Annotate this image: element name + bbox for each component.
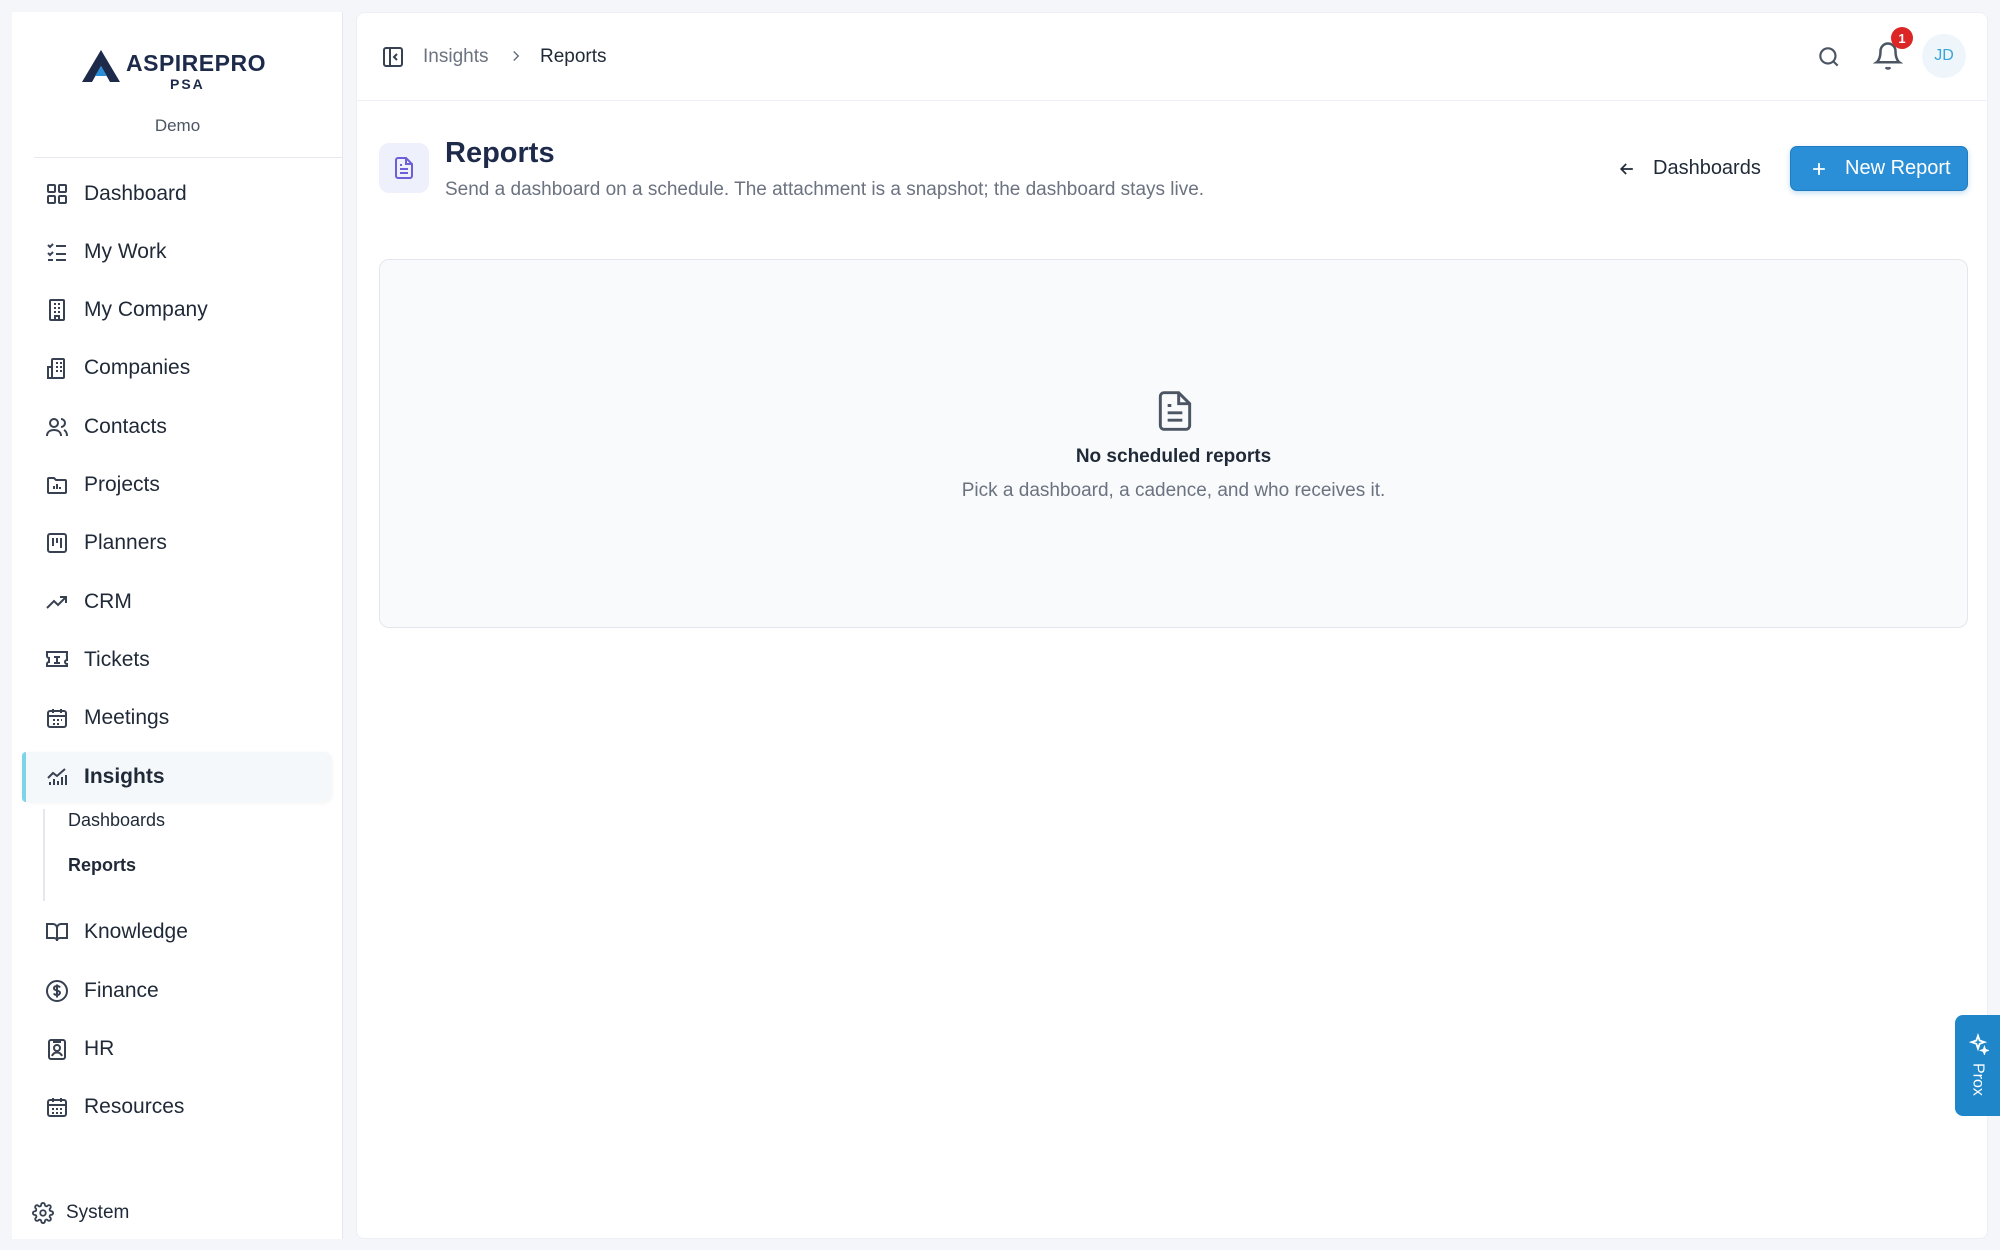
sidebar-item-planners[interactable]: Planners <box>22 518 332 568</box>
sidebar-item-label: Finance <box>84 979 159 1002</box>
assistant-tab[interactable]: Prox <box>1955 1015 2000 1116</box>
sidebar-item-my-company[interactable]: My Company <box>22 285 332 335</box>
new-report-label: New Report <box>1845 157 1951 179</box>
empty-state-title: No scheduled reports <box>1075 446 1272 467</box>
book-open-icon <box>44 919 70 945</box>
sidebar-item-dashboard[interactable]: Dashboard <box>22 169 332 219</box>
sidebar-subitem-dashboards[interactable]: Dashboards <box>68 810 165 831</box>
sidebar-item-crm[interactable]: CRM <box>22 577 332 627</box>
assistant-tab-label: Prox <box>1969 1063 1987 1096</box>
kanban-icon <box>44 530 70 556</box>
sidebar-item-label: Contacts <box>84 415 167 438</box>
bar-chart-icon <box>44 764 70 790</box>
sidebar-item-label: My Work <box>84 240 167 263</box>
sidebar-item-label: My Company <box>84 298 208 321</box>
sidebar-item-label: Companies <box>84 356 191 379</box>
users-icon <box>44 414 70 440</box>
page-icon <box>379 143 429 193</box>
sidebar-item-label: Resources <box>84 1095 185 1118</box>
sparkle-icon <box>1968 1033 1989 1055</box>
document-icon <box>1158 391 1192 431</box>
page-title: Reports <box>445 137 555 169</box>
submenu-guide-line <box>43 809 45 901</box>
notification-badge: 1 <box>1891 27 1913 49</box>
brand-name: ASPIREPRO <box>126 50 266 76</box>
sidebar-item-insights[interactable]: Insights <box>22 752 332 802</box>
dollar-circle-icon <box>44 978 70 1004</box>
buildings-icon <box>44 355 70 381</box>
folder-chart-icon <box>44 472 70 498</box>
sidebar-item-contacts[interactable]: Contacts <box>22 402 332 452</box>
document-icon <box>395 157 413 179</box>
sidebar-item-label: HR <box>84 1037 115 1060</box>
system-label: System <box>66 1202 130 1223</box>
workspace-name[interactable]: Demo <box>12 116 343 136</box>
checklist-icon <box>44 239 70 265</box>
building-icon <box>44 297 70 323</box>
sidebar-item-label: Knowledge <box>84 920 188 943</box>
new-report-button[interactable]: New Report <box>1790 146 1968 191</box>
sidebar-item-finance[interactable]: Finance <box>22 966 332 1016</box>
sidebar-item-label: Dashboard <box>84 182 187 205</box>
grid-icon <box>44 181 70 207</box>
user-avatar[interactable]: JD <box>1922 34 1966 78</box>
empty-state-card: No scheduled reports Pick a dashboard, a… <box>379 259 1968 628</box>
trending-up-icon <box>44 589 70 615</box>
sidebar-toggle-icon[interactable] <box>381 45 405 69</box>
breadcrumb-insights[interactable]: Insights <box>423 46 488 68</box>
sidebar-item-hr[interactable]: HR <box>22 1024 332 1074</box>
sidebar-item-label: Planners <box>84 531 167 554</box>
id-badge-icon <box>44 1036 70 1062</box>
chevron-right-icon <box>513 50 520 62</box>
logo-mark-icon <box>82 50 120 82</box>
brand-sub: PSA <box>170 76 205 92</box>
empty-state-subtitle: Pick a dashboard, a cadence, and who rec… <box>961 480 1386 501</box>
sidebar-item-meetings[interactable]: Meetings <box>22 693 332 743</box>
back-to-dashboards-button[interactable]: Dashboards <box>1617 157 1761 180</box>
sidebar-item-projects[interactable]: Projects <box>22 460 332 510</box>
arrow-left-icon <box>1619 162 1633 175</box>
sidebar-divider <box>34 157 342 158</box>
calendar-grid-icon <box>44 1094 70 1120</box>
sidebar-item-label: Insights <box>84 765 165 788</box>
page-subtitle: Send a dashboard on a schedule. The atta… <box>445 179 1205 200</box>
search-icon[interactable] <box>1816 44 1842 70</box>
topbar: Insights Reports 1 JD <box>357 13 1987 101</box>
breadcrumb-reports: Reports <box>540 46 607 67</box>
gear-icon <box>32 1202 54 1224</box>
main-panel: Insights Reports 1 JD Reports Send a das… <box>356 12 1988 1239</box>
sidebar-item-resources[interactable]: Resources <box>22 1082 332 1132</box>
sidebar: ASPIREPRO PSA Demo Dashboard My Work My … <box>12 12 343 1239</box>
sidebar-item-companies[interactable]: Companies <box>22 343 332 393</box>
sidebar-item-label: Tickets <box>84 648 150 671</box>
plus-icon <box>1813 162 1825 175</box>
sidebar-item-label: Meetings <box>84 706 170 729</box>
sidebar-item-my-work[interactable]: My Work <box>22 227 332 277</box>
brand-logo[interactable]: ASPIREPRO PSA <box>72 34 272 94</box>
sidebar-item-label: CRM <box>84 590 132 613</box>
ticket-icon <box>44 647 70 673</box>
sidebar-subitem-reports[interactable]: Reports <box>68 855 136 876</box>
app-root: ASPIREPRO PSA Demo Dashboard My Work My … <box>0 0 2000 1250</box>
calendar-icon <box>44 705 70 731</box>
sidebar-item-system[interactable]: System <box>32 1202 129 1224</box>
sidebar-item-label: Projects <box>84 473 160 496</box>
dashboards-link-label: Dashboards <box>1653 157 1761 179</box>
sidebar-item-tickets[interactable]: Tickets <box>22 635 332 685</box>
sidebar-item-knowledge[interactable]: Knowledge <box>22 907 332 957</box>
